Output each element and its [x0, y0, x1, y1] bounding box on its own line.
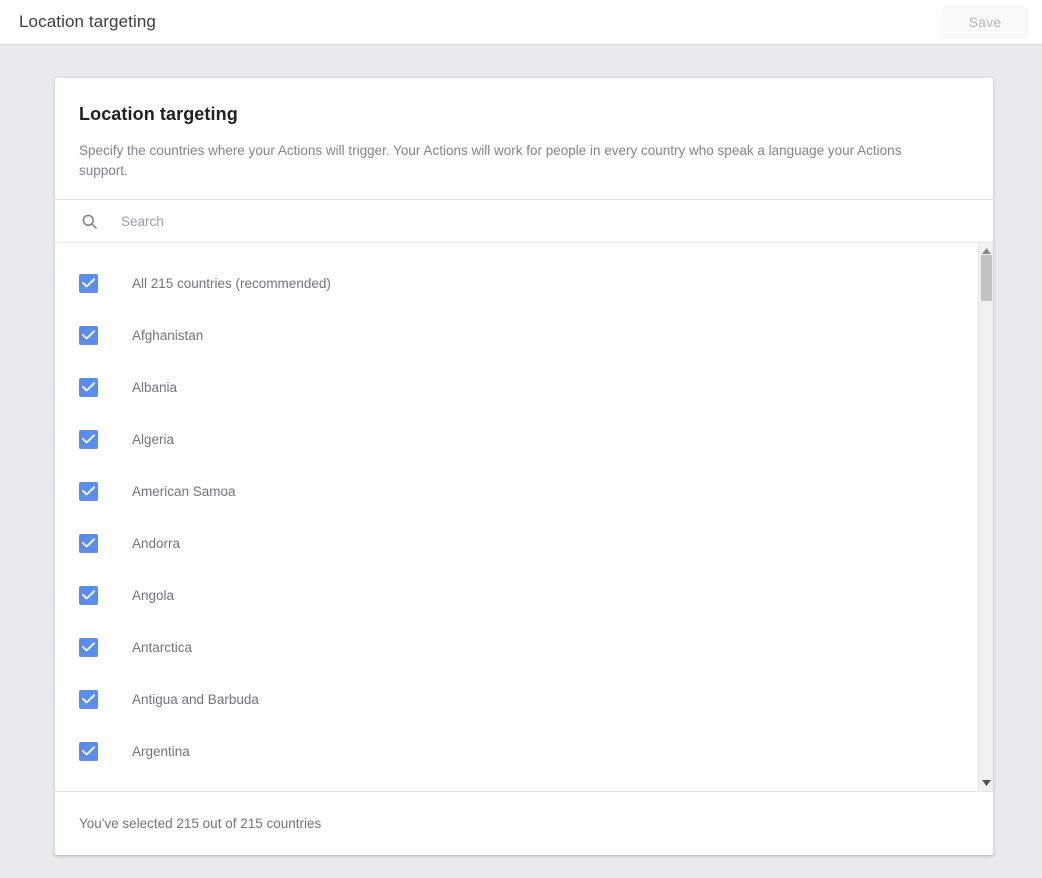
scrollbar-thumb[interactable] [981, 255, 992, 301]
checkbox-checked-icon[interactable] [79, 378, 98, 397]
checkbox-checked-icon[interactable] [79, 742, 98, 761]
country-list-region: All 215 countries (recommended) Afghanist… [55, 243, 993, 791]
list-item[interactable]: Albania [55, 361, 993, 413]
checkbox-checked-icon[interactable] [79, 326, 98, 345]
location-targeting-card: Location targeting Specify the countries… [55, 78, 993, 855]
list-item[interactable]: American Samoa [55, 465, 993, 517]
list-item-label: Angola [132, 588, 174, 603]
page-title: Location targeting [19, 12, 156, 32]
checkbox-checked-icon[interactable] [79, 430, 98, 449]
list-item-label: Algeria [132, 432, 174, 447]
list-item-label: Albania [132, 380, 177, 395]
list-item-label: Afghanistan [132, 328, 203, 343]
card-footer: You've selected 215 out of 215 countries [55, 791, 993, 855]
search-icon [79, 211, 99, 231]
card-description: Specify the countries where your Actions… [79, 141, 941, 181]
list-item-label: All 215 countries (recommended) [132, 276, 331, 291]
list-item-label: Argentina [132, 744, 190, 759]
list-item-label: Antigua and Barbuda [132, 692, 259, 707]
list-item[interactable]: Afghanistan [55, 309, 993, 361]
list-item[interactable] [55, 777, 993, 791]
list-item[interactable]: Andorra [55, 517, 993, 569]
checkbox-checked-icon[interactable] [79, 690, 98, 709]
checkbox-checked-icon[interactable] [79, 586, 98, 605]
search-row[interactable] [55, 199, 993, 243]
list-item[interactable]: All 215 countries (recommended) [55, 257, 993, 309]
list-item[interactable]: Argentina [55, 725, 993, 777]
checkbox-checked-icon[interactable] [79, 534, 98, 553]
app-bar: Location targeting Save [0, 0, 1042, 45]
selection-status: You've selected 215 out of 215 countries [79, 816, 321, 831]
triangle-down-icon[interactable] [979, 776, 993, 790]
list-item-label: American Samoa [132, 484, 236, 499]
card-title: Location targeting [79, 104, 969, 125]
list-item[interactable]: Algeria [55, 413, 993, 465]
checkbox-checked-icon[interactable] [79, 638, 98, 657]
list-scrollbar[interactable] [978, 243, 993, 791]
checkbox-checked-icon[interactable] [79, 482, 98, 501]
country-list: All 215 countries (recommended) Afghanist… [55, 243, 993, 791]
search-input[interactable] [121, 209, 993, 233]
save-button[interactable]: Save [941, 6, 1029, 39]
list-item[interactable]: Angola [55, 569, 993, 621]
list-item-label: Antarctica [132, 640, 192, 655]
list-item[interactable]: Antarctica [55, 621, 993, 673]
checkbox-checked-icon[interactable] [79, 274, 98, 293]
list-item-label: Andorra [132, 536, 180, 551]
list-item[interactable]: Antigua and Barbuda [55, 673, 993, 725]
card-header: Location targeting Specify the countries… [55, 78, 993, 199]
